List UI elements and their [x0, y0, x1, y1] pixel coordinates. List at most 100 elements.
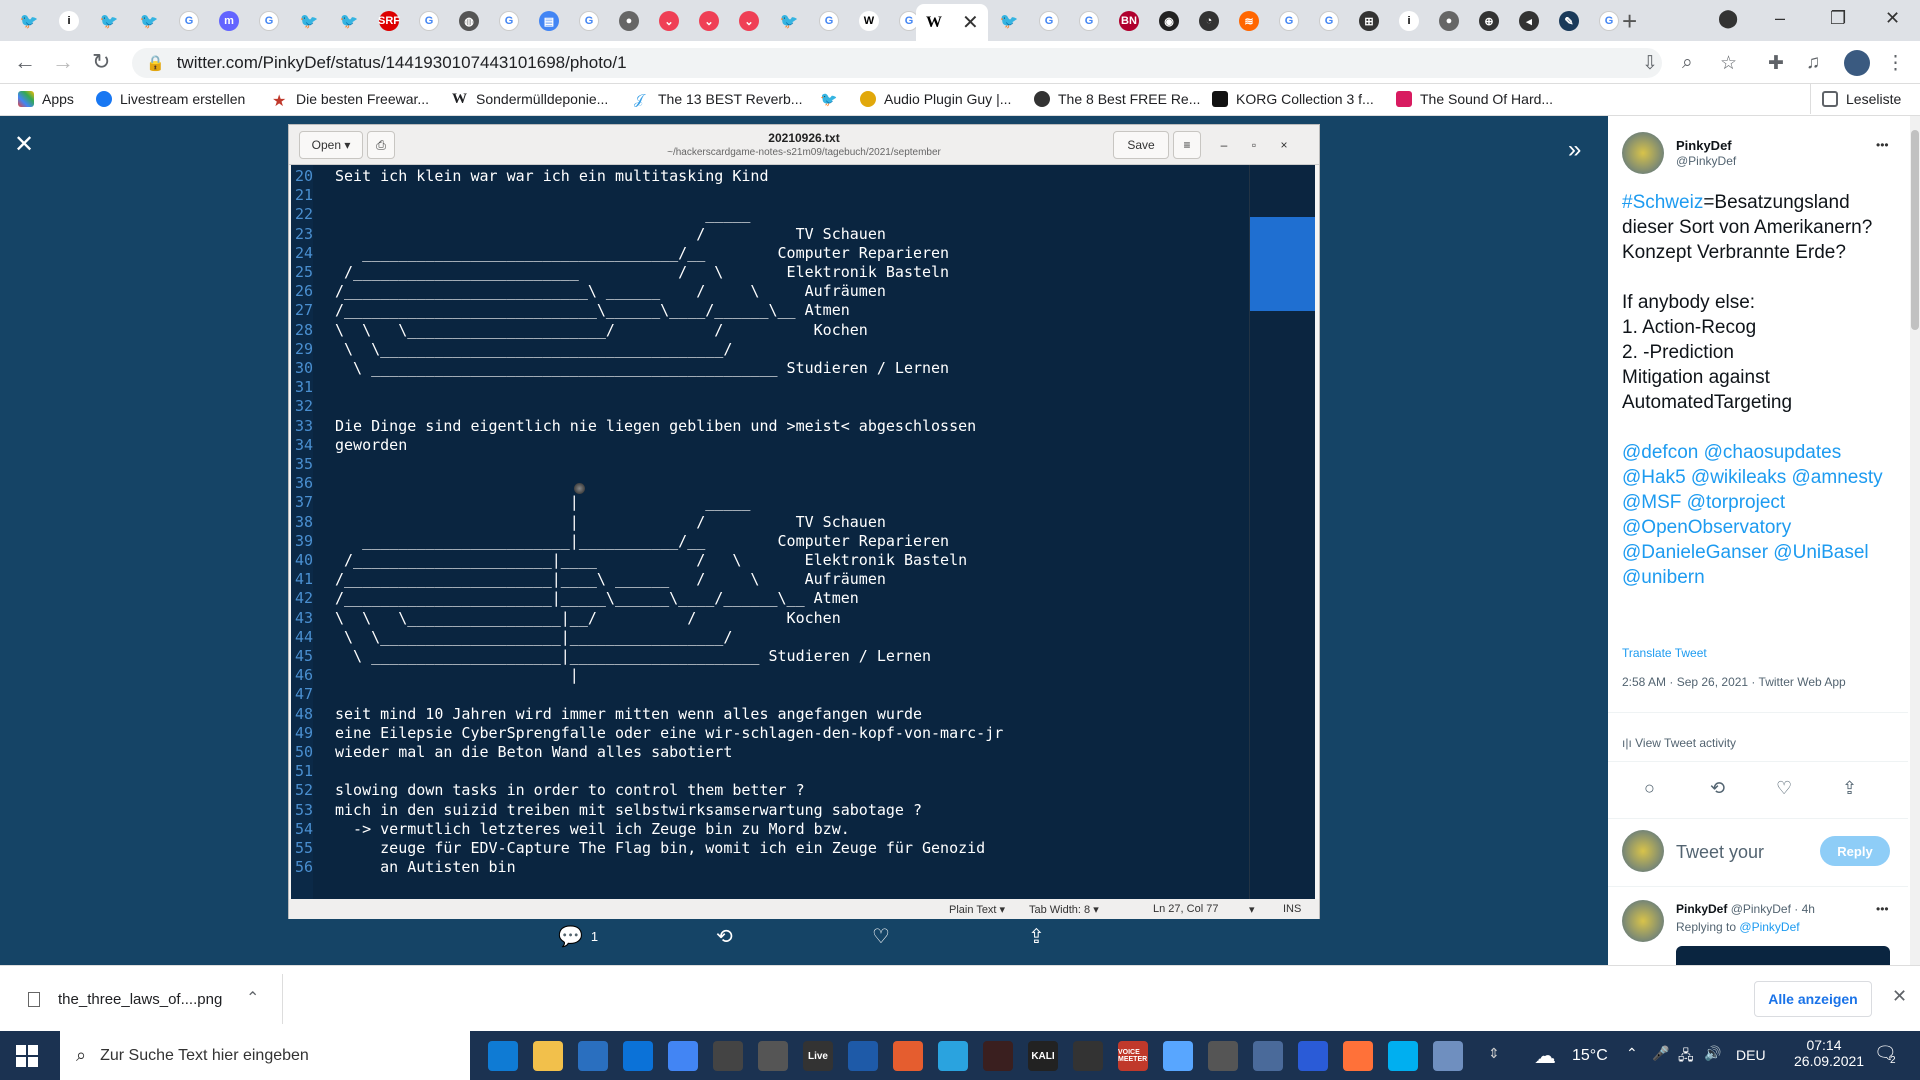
bookmark-korg[interactable]: KORG Collection 3 f... [1212, 91, 1374, 107]
more-icon[interactable]: ••• [1876, 138, 1889, 152]
reply-icon[interactable]: ○ [1644, 778, 1655, 799]
taskbar-app-0[interactable] [488, 1041, 518, 1071]
search-box[interactable]: ⌕ Zur Suche Text hier eingeben [60, 1031, 470, 1080]
tab-29[interactable]: ≋ [1232, 6, 1266, 36]
tab-5[interactable]: m [212, 6, 246, 36]
taskbar-app-12[interactable]: KALI [1028, 1041, 1058, 1071]
extensions-icon[interactable]: ✚ [1768, 52, 1784, 75]
url-text[interactable]: twitter.com/PinkyDef/status/144193010744… [177, 53, 627, 73]
close-icon[interactable]: × [1273, 131, 1295, 159]
menu-icon[interactable]: ⋮ [1886, 52, 1905, 75]
bookmark-freeware[interactable]: ★ Die besten Freewar... [272, 91, 429, 110]
restore-button[interactable]: ❐ [1830, 8, 1846, 29]
taskbar-app-19[interactable] [1343, 1041, 1373, 1071]
bookmark-best-free[interactable]: The 8 Best FREE Re... [1034, 91, 1200, 107]
taskbar-app-18[interactable] [1298, 1041, 1328, 1071]
minimap[interactable] [1249, 165, 1315, 899]
taskbar-app-21[interactable] [1433, 1041, 1463, 1071]
maximize-icon[interactable]: ▫ [1243, 131, 1265, 159]
microphone-icon[interactable]: 🎤 [1652, 1045, 1669, 1062]
tab-33[interactable]: i [1392, 6, 1426, 36]
language-selector[interactable]: Plain Text ▾ [949, 903, 1005, 916]
taskbar-app-6[interactable] [758, 1041, 788, 1071]
bookmark-sondermuell[interactable]: W Sondermülldeponie... [452, 91, 608, 107]
taskbar-app-20[interactable] [1388, 1041, 1418, 1071]
tab-7[interactable]: 🐦 [292, 6, 326, 36]
tab-width-selector[interactable]: Tab Width: 8 ▾ [1029, 903, 1099, 916]
tab-30[interactable]: G [1272, 6, 1306, 36]
tab-1[interactable]: i [52, 6, 86, 36]
hamburger-menu-icon[interactable]: ≡ [1173, 131, 1201, 159]
translate-link[interactable]: Translate Tweet [1622, 646, 1707, 660]
share-icon[interactable]: ⇪ [1842, 778, 1857, 799]
network-icon[interactable]: 🖧 [1678, 1045, 1694, 1069]
reload-icon[interactable]: ↻ [92, 49, 110, 75]
tab-13[interactable]: ▤ [532, 6, 566, 36]
taskbar-app-17[interactable] [1253, 1041, 1283, 1071]
tab-8[interactable]: 🐦 [332, 6, 366, 36]
volume-icon[interactable]: 🔊 [1704, 1045, 1721, 1062]
tab-36[interactable]: ◂ [1512, 6, 1546, 36]
media-icon[interactable]: ♫ [1806, 52, 1820, 74]
author-name[interactable]: PinkyDef [1676, 138, 1732, 153]
tab-27[interactable]: ◉ [1152, 6, 1186, 36]
reading-list[interactable]: Leseliste [1822, 91, 1901, 107]
address-bar[interactable]: 🔒 twitter.com/PinkyDef/status/1441930107… [132, 48, 1662, 78]
tab-31[interactable]: G [1312, 6, 1346, 36]
tab-32[interactable]: ⊞ [1352, 6, 1386, 36]
like-button[interactable]: ♡ [872, 924, 890, 949]
tab-17[interactable]: ⌄ [692, 6, 726, 36]
reply-input[interactable]: Tweet your [1676, 842, 1764, 863]
heart-icon[interactable]: ♡ [1776, 778, 1792, 799]
cursor-position[interactable]: Ln 27, Col 77 [1153, 903, 1218, 915]
avatar[interactable] [1844, 50, 1870, 76]
expand-sidebar-icon[interactable]: » [1568, 136, 1581, 164]
avatar[interactable] [1622, 132, 1664, 174]
zoom-icon[interactable]: ⌕ [1682, 52, 1693, 74]
bookmark-hardstyle[interactable]: The Sound Of Hard... [1396, 91, 1553, 107]
taskbar-app-11[interactable] [983, 1041, 1013, 1071]
save-button[interactable]: Save [1113, 131, 1169, 159]
scroll-arrows-icon[interactable]: ⇕ [1488, 1045, 1500, 1062]
minimize-button[interactable]: – [1775, 8, 1785, 29]
tab-25[interactable]: G [1072, 6, 1106, 36]
bookmark-livestream[interactable]: Livestream erstellen [96, 91, 245, 107]
show-all-button[interactable]: Alle anzeigen [1754, 981, 1872, 1017]
close-icon[interactable]: ✕ [1892, 986, 1907, 1007]
reply-author[interactable]: PinkyDef @PinkyDef · 4h [1676, 902, 1815, 916]
taskbar-app-3[interactable] [623, 1041, 653, 1071]
tab-12[interactable]: G [492, 6, 526, 36]
hashtag-link[interactable]: #Schweiz [1622, 192, 1703, 213]
close-window-button[interactable]: ✕ [1885, 8, 1900, 29]
taskbar-app-1[interactable] [533, 1041, 563, 1071]
close-tab-icon[interactable]: ✕ [962, 10, 979, 35]
share-button[interactable]: ⇪ [1028, 924, 1045, 949]
taskbar-app-9[interactable] [893, 1041, 923, 1071]
tab-19[interactable]: 🐦 [772, 6, 806, 36]
bookmark-star-icon[interactable]: ☆ [1720, 52, 1737, 75]
dropdown-icon[interactable]: ▾ [1249, 903, 1255, 916]
new-tab-button[interactable]: + [1622, 6, 1637, 37]
reply-button[interactable]: 💬 1 [558, 924, 598, 949]
taskbar-app-8[interactable] [848, 1041, 878, 1071]
tab-21[interactable]: W [852, 6, 886, 36]
tab-0[interactable]: 🐦 [12, 6, 46, 36]
bookmark-reverb[interactable]: 𝒥 The 13 BEST Reverb... [634, 91, 802, 107]
taskbar-app-4[interactable] [668, 1041, 698, 1071]
avatar[interactable] [1622, 900, 1664, 942]
mentions[interactable]: @defcon @chaosupdates @Hak5 @wikileaks @… [1622, 440, 1892, 590]
input-language[interactable]: DEU [1736, 1047, 1766, 1063]
reply-media-thumbnail[interactable] [1676, 946, 1890, 965]
tab-20[interactable]: G [812, 6, 846, 36]
taskbar-app-13[interactable] [1073, 1041, 1103, 1071]
tweet-activity-link[interactable]: ı|ı View Tweet activity [1622, 736, 1736, 750]
retweet-icon[interactable]: ⟲ [1710, 778, 1725, 799]
reply-button[interactable]: Reply [1820, 836, 1890, 866]
scrollbar[interactable] [1910, 116, 1920, 965]
tab-37[interactable]: ✎ [1552, 6, 1586, 36]
tab-6[interactable]: G [252, 6, 286, 36]
tab-15[interactable]: ● [612, 6, 646, 36]
clock[interactable]: 07:14 26.09.2021 [1794, 1037, 1864, 1069]
bookmark-twitter[interactable]: 🐦 [820, 91, 844, 107]
tab-3[interactable]: 🐦 [132, 6, 166, 36]
